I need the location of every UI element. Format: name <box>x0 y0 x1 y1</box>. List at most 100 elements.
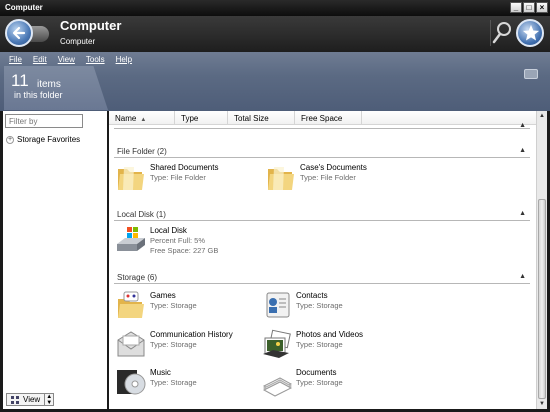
item-games[interactable]: Games Type: Storage <box>115 289 197 321</box>
item-type: Type: Storage <box>150 301 197 310</box>
item-type: Type: File Folder <box>150 173 206 182</box>
title-bar[interactable]: Computer _ □ × <box>0 0 550 16</box>
view-label: View <box>23 395 41 404</box>
contacts-icon <box>266 292 290 318</box>
item-type: Type: Storage <box>150 378 197 387</box>
group-file-folder[interactable]: File Folder (2) ▲ <box>114 146 530 158</box>
column-total-size-label: Total Size <box>234 114 269 123</box>
item-local-disk[interactable]: Local Disk Percent Full: 5% Free Space: 22… <box>115 224 218 256</box>
storage-favorites-label: Storage Favorites <box>17 135 81 144</box>
group-header-partial[interactable]: ▲ <box>114 122 530 129</box>
collapse-arrow-icon[interactable]: ▲ <box>519 122 526 129</box>
item-type: Type: Storage <box>296 340 343 349</box>
view-control: View ▲ ▼ <box>6 393 55 406</box>
view-grid-icon <box>11 395 19 404</box>
item-type: Type: Storage <box>296 301 343 310</box>
item-documents[interactable]: Documents Type: Storage <box>261 366 343 398</box>
item-name: Contacts <box>296 291 328 300</box>
item-name: Photos and Videos <box>296 330 364 339</box>
menu-tools-label: Tools <box>85 55 105 64</box>
group-local-disk[interactable]: Local Disk (1) ▲ <box>114 209 530 221</box>
menu-info-band: File Edit View Tools Help 11 items in th… <box>0 52 550 111</box>
music-disc-icon <box>117 370 146 395</box>
item-type: Type: Storage <box>150 340 197 349</box>
menu-file[interactable]: File <box>9 55 22 64</box>
collapse-arrow-icon[interactable]: ▲ <box>519 273 526 280</box>
documents-icon <box>262 377 293 397</box>
sidebar: + Storage Favorites View ▲▼ <box>3 111 107 409</box>
column-type-label: Type <box>181 114 199 123</box>
group-storage[interactable]: Storage (6) ▲ <box>114 272 530 284</box>
back-arrow-icon[interactable] <box>5 19 33 47</box>
item-contacts[interactable]: Contacts Type: Storage <box>261 289 343 321</box>
sort-up-icon: ▲ <box>140 117 147 123</box>
folder-icon <box>268 167 294 190</box>
item-photos-and-videos[interactable]: Photos and Videos Type: Storage <box>261 328 363 360</box>
scroll-down-icon[interactable]: ▼ <box>537 399 547 409</box>
item-name: Case's Documents <box>300 163 367 172</box>
item-communication-history[interactable]: Communication History Type: Storage <box>115 328 233 360</box>
item-music[interactable]: Music Type: Storage <box>115 366 197 398</box>
view-button[interactable]: View <box>6 393 46 406</box>
menu-tools[interactable]: Tools <box>86 55 105 64</box>
location-title: Computer <box>60 18 122 33</box>
menu-file-label: File <box>9 55 22 64</box>
menu-view-label: View <box>57 55 75 64</box>
column-name[interactable]: Name ▲ <box>109 111 175 125</box>
minimize-button[interactable]: _ <box>510 2 522 13</box>
item-count-sub: in this folder <box>14 90 63 100</box>
folder-icon <box>118 167 144 190</box>
header: Computer Computer <box>0 16 550 52</box>
location-subtitle: Computer <box>60 37 96 46</box>
disk-free-space: Free Space: 227 GB <box>150 246 219 255</box>
item-name: Documents <box>296 368 337 377</box>
item-name: Shared Documents <box>150 163 219 172</box>
search-icon[interactable] <box>489 20 514 46</box>
collapse-arrow-icon[interactable]: ▲ <box>519 147 526 154</box>
item-name: Local Disk <box>150 226 187 235</box>
item-cases-documents[interactable]: Case's Documents Type: File Folder <box>265 161 367 193</box>
group-label: Storage (6) <box>117 273 158 282</box>
maximize-button[interactable]: □ <box>523 2 535 13</box>
expand-plus-icon[interactable]: + <box>6 135 14 144</box>
window-controls: _ □ × <box>510 2 548 13</box>
item-count: 11 <box>11 71 29 90</box>
menu-help-label: Help <box>115 55 133 64</box>
games-folder-icon <box>118 291 144 318</box>
file-list-pane: Name ▲ Type Total Size Free Space ▲ File … <box>109 111 536 409</box>
view-spinner[interactable]: ▲ ▼ <box>45 393 55 406</box>
item-name: Music <box>150 368 171 377</box>
item-type: Type: Storage <box>296 378 343 387</box>
photos-icon <box>263 329 291 358</box>
collapse-button[interactable] <box>524 69 538 79</box>
vertical-scrollbar[interactable]: ▲ ▼ <box>536 111 547 409</box>
item-type: Type: File Folder <box>300 173 356 182</box>
back-button[interactable] <box>5 18 49 48</box>
column-type[interactable]: Type <box>175 111 228 125</box>
item-count-word: items <box>37 79 61 90</box>
group-label: File Folder (2) <box>117 147 167 156</box>
hard-drive-icon <box>117 227 145 251</box>
item-name: Communication History <box>150 330 233 339</box>
item-shared-documents[interactable]: Shared Documents Type: File Folder <box>115 161 218 193</box>
group-label: Local Disk (1) <box>117 210 166 219</box>
storage-favorites-item[interactable]: + Storage Favorites <box>6 135 80 144</box>
filter-input[interactable] <box>5 114 83 128</box>
close-button[interactable]: × <box>536 2 548 13</box>
favorites-star-icon[interactable] <box>516 19 544 47</box>
disk-percent-full: Percent Full: 5% <box>150 236 206 245</box>
column-header: Name ▲ Type Total Size Free Space <box>109 111 536 125</box>
menu-edit-label: Edit <box>32 55 47 64</box>
column-free-space-label: Free Space <box>301 114 343 123</box>
menu-help[interactable]: Help <box>116 55 132 64</box>
collapse-arrow-icon[interactable]: ▲ <box>519 210 526 217</box>
menu-view[interactable]: View <box>58 55 75 64</box>
menu-edit[interactable]: Edit <box>33 55 47 64</box>
menu-bar: File Edit View Tools Help <box>9 55 143 64</box>
scroll-thumb[interactable] <box>538 199 546 399</box>
column-name-label: Name <box>115 114 137 123</box>
column-free-space[interactable]: Free Space <box>295 111 362 125</box>
column-total-size[interactable]: Total Size <box>228 111 295 125</box>
mail-envelope-icon <box>117 331 145 357</box>
scroll-up-icon[interactable]: ▲ <box>537 111 547 121</box>
